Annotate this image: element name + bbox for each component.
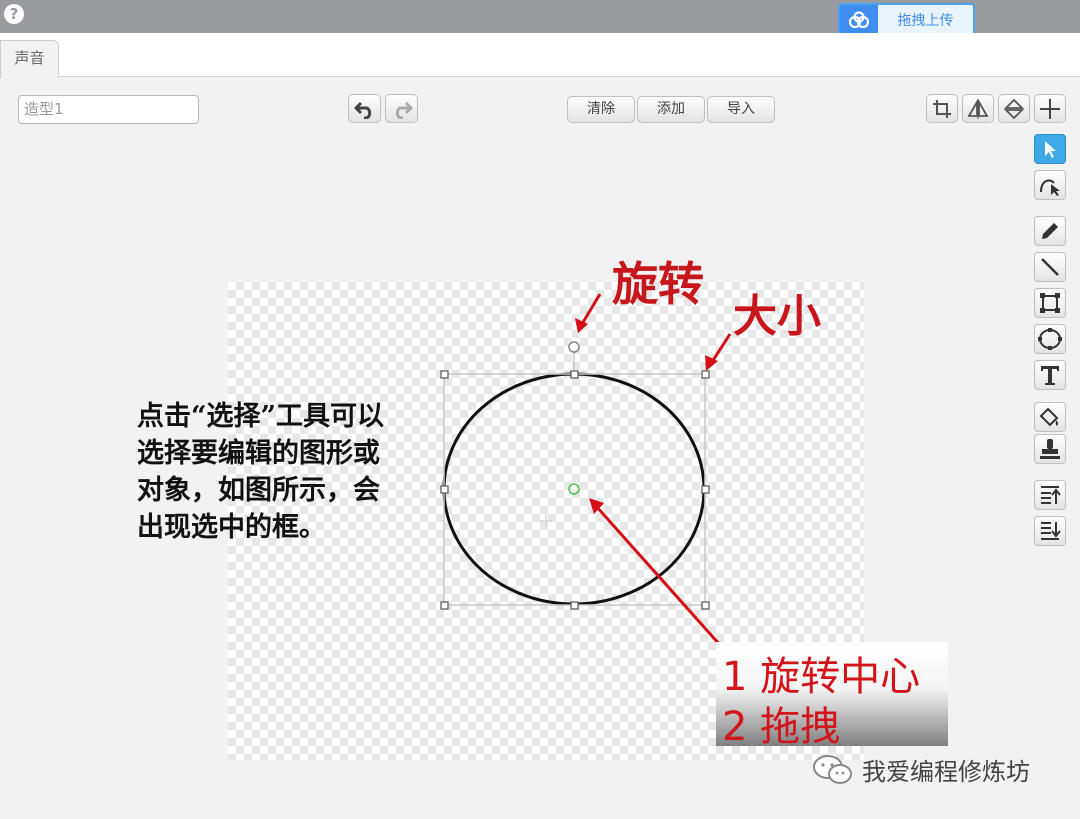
rotate-handle[interactable] — [568, 341, 580, 353]
note-box: 1 旋转中心 2 拖拽 — [716, 642, 948, 750]
canvas-center-cross — [540, 515, 552, 527]
watermark-text: 我爱编程修炼坊 — [862, 758, 1030, 786]
wechat-icon — [813, 754, 852, 784]
resize-handle-right[interactable] — [701, 485, 710, 494]
resize-handle-top-right[interactable] — [701, 370, 710, 379]
size-annotation: 大小 — [733, 291, 821, 342]
selection-box[interactable] — [443, 352, 706, 606]
selected-ellipse[interactable] — [442, 372, 706, 606]
resize-handle-left[interactable] — [440, 485, 449, 494]
rotation-center-handle[interactable] — [568, 483, 580, 495]
resize-handle-top[interactable] — [570, 370, 579, 379]
rotate-annotation: 旋转 — [612, 257, 704, 311]
note-line-drag: 2 拖拽 — [722, 704, 841, 750]
description-text: 点击“选择”工具可以选择要编辑的图形或对象，如图所示，会出现选中的框。 — [137, 401, 385, 543]
resize-handle-bottom-left[interactable] — [440, 601, 449, 610]
resize-handle-top-left[interactable] — [440, 370, 449, 379]
watermark: 我爱编程修炼坊 — [812, 752, 1030, 787]
resize-handle-bottom[interactable] — [570, 601, 579, 610]
resize-handle-bottom-right[interactable] — [701, 601, 710, 610]
annotation-arrows — [575, 293, 732, 646]
